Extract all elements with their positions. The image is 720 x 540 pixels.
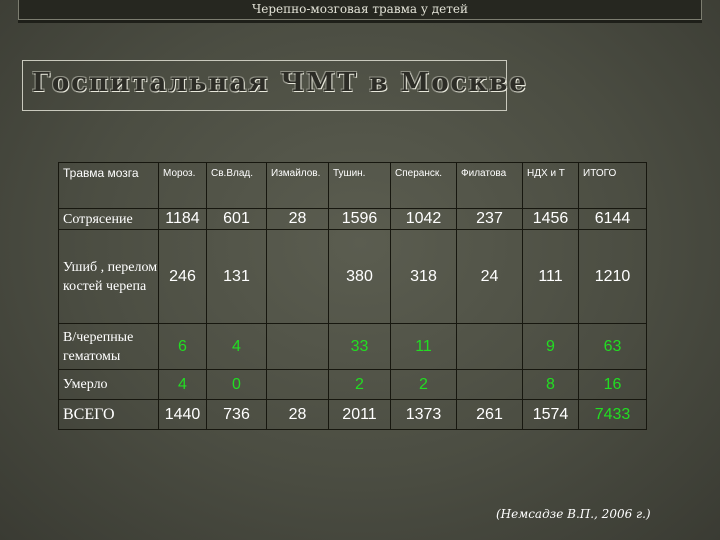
table-cell: 261 — [456, 399, 523, 430]
table-cell: 9 — [522, 323, 579, 370]
table-cell: 1210 — [578, 229, 647, 324]
slide: Черепно-мозговая травма у детей Госпитал… — [0, 0, 720, 540]
table-cell: 11 — [390, 323, 457, 370]
table-cell: 1596 — [328, 208, 391, 230]
table-row: Ушиб , перелом костей черепа 246 131 380… — [58, 229, 647, 324]
slide-title: Госпитальная ЧМТ в Москве — [32, 68, 528, 98]
table-cell: 6 — [158, 323, 207, 370]
table-cell — [266, 323, 329, 370]
data-table: Травма мозга Мороз. Св.Влад. Измайлов. Т… — [58, 162, 647, 430]
row-label: Ушиб , перелом костей черепа — [58, 229, 159, 324]
header-cell: Тушин. — [328, 162, 391, 209]
table-cell — [456, 323, 523, 370]
header-cell: Травма мозга — [58, 162, 159, 209]
table-cell: 1373 — [390, 399, 457, 430]
table-row: ВСЕГО 1440 736 28 2011 1373 261 1574 743… — [58, 399, 647, 430]
table-cell: 28 — [266, 208, 329, 230]
table-cell: 1456 — [522, 208, 579, 230]
table-cell: 318 — [390, 229, 457, 324]
table-cell: 237 — [456, 208, 523, 230]
table-cell — [266, 369, 329, 400]
table-header-row: Травма мозга Мороз. Св.Влад. Измайлов. Т… — [58, 162, 647, 209]
header-cell: НДХ и Т — [522, 162, 579, 209]
table-cell: 601 — [206, 208, 267, 230]
table-cell — [456, 369, 523, 400]
table-row: В/черепные гематомы 6 4 33 11 9 63 — [58, 323, 647, 370]
table-cell: 1440 — [158, 399, 207, 430]
table-cell: 1184 — [158, 208, 207, 230]
header-cell: Измайлов. — [266, 162, 329, 209]
table-cell: 28 — [266, 399, 329, 430]
header-shadow — [18, 20, 702, 23]
table-cell: 380 — [328, 229, 391, 324]
row-label: Умерло — [58, 369, 159, 400]
table-row: Сотрясение 1184 601 28 1596 1042 237 145… — [58, 208, 647, 230]
table-cell: 2 — [328, 369, 391, 400]
table-cell — [266, 229, 329, 324]
table-cell: 2 — [390, 369, 457, 400]
table-cell: 33 — [328, 323, 391, 370]
header-cell: Св.Влад. — [206, 162, 267, 209]
table-row: Умерло 4 0 2 2 8 16 — [58, 369, 647, 400]
table-cell: 7433 — [578, 399, 647, 430]
header-cell: Сперанск. — [390, 162, 457, 209]
table-cell: 2011 — [328, 399, 391, 430]
header-cell: Филатова — [456, 162, 523, 209]
table-cell: 24 — [456, 229, 523, 324]
row-label: ВСЕГО — [58, 399, 159, 430]
header-cell: Мороз. — [158, 162, 207, 209]
row-label: В/черепные гематомы — [58, 323, 159, 370]
table-cell: 6144 — [578, 208, 647, 230]
table-cell: 0 — [206, 369, 267, 400]
table-cell: 4 — [206, 323, 267, 370]
table-cell: 111 — [522, 229, 579, 324]
header-bar: Черепно-мозговая травма у детей — [18, 0, 702, 20]
table-cell: 246 — [158, 229, 207, 324]
table-cell: 16 — [578, 369, 647, 400]
table-cell: 63 — [578, 323, 647, 370]
row-label: Сотрясение — [58, 208, 159, 230]
table-cell: 8 — [522, 369, 579, 400]
table-cell: 131 — [206, 229, 267, 324]
table-cell: 1574 — [522, 399, 579, 430]
table-cell: 4 — [158, 369, 207, 400]
source-credit: (Немсадзе В.П., 2006 г.) — [496, 507, 651, 521]
table-cell: 1042 — [390, 208, 457, 230]
table-cell: 736 — [206, 399, 267, 430]
header-cell: ИТОГО — [578, 162, 647, 209]
